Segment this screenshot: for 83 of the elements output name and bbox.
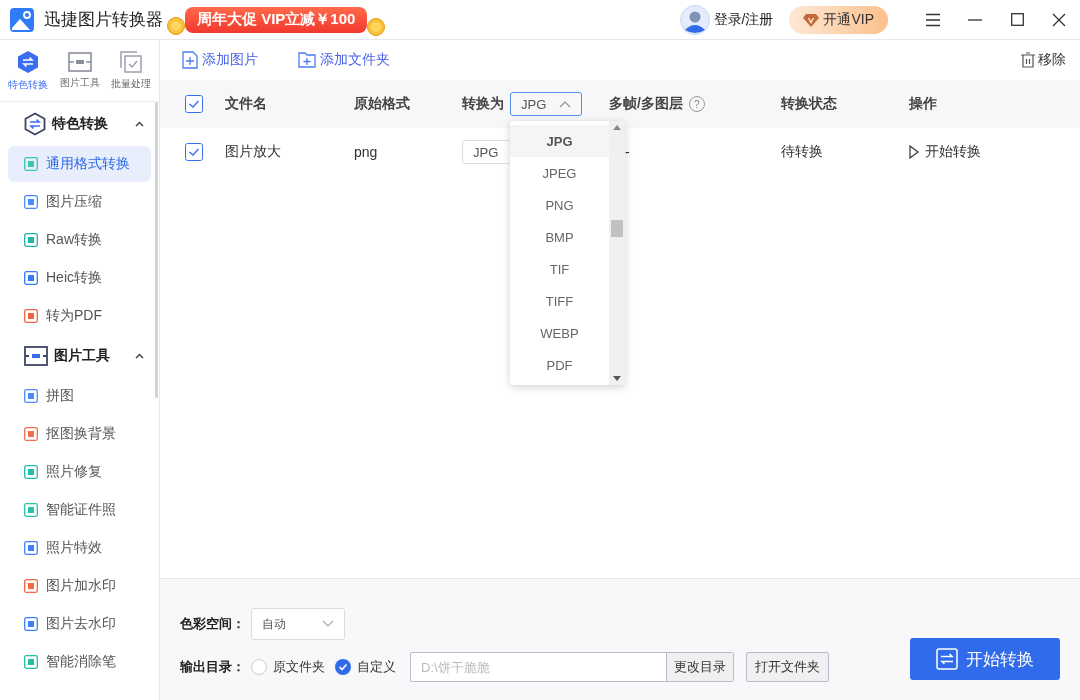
sidebar-item[interactable]: Raw转换 <box>8 222 151 258</box>
dropdown-option[interactable]: TIF <box>510 253 609 285</box>
sidebar-item[interactable]: 转为PDF <box>8 298 151 334</box>
sidebar-item[interactable]: 照片特效 <box>8 530 151 566</box>
file-plus-icon <box>182 51 198 69</box>
sidebar-item[interactable]: 照片修复 <box>8 454 151 490</box>
dropdown-option[interactable]: WEBP <box>510 317 609 349</box>
sidebar-tab[interactable]: 特色转换 <box>2 40 54 101</box>
play-icon <box>909 145 919 159</box>
dropdown-option[interactable]: TIFF <box>510 285 609 317</box>
vip-button[interactable]: 开通VIP <box>789 5 888 34</box>
sidebar-item[interactable]: 图片去水印 <box>8 606 151 642</box>
dropdown-option[interactable]: BMP <box>510 221 609 253</box>
convert-hexagon-icon <box>24 112 46 136</box>
scrollbar-thumb[interactable] <box>611 219 623 237</box>
sidebar-item[interactable]: Heic转换 <box>8 260 151 296</box>
caret-icon <box>135 121 144 127</box>
column-header: 多帧/多图层 <box>609 95 683 113</box>
add-image-button[interactable]: 添加图片 <box>182 51 258 69</box>
column-header: 原始格式 <box>354 95 410 113</box>
sidebar-item[interactable]: 智能证件照 <box>8 492 151 528</box>
coin-icon <box>367 17 386 36</box>
start-convert-link[interactable]: 开始转换 <box>909 143 981 161</box>
folder-plus-icon <box>298 52 316 68</box>
sidebar-item[interactable]: 图片压缩 <box>8 184 151 220</box>
checkbox[interactable] <box>185 143 203 161</box>
column-header: 转换状态 <box>781 95 837 113</box>
add-folder-button[interactable]: 添加文件夹 <box>298 51 390 69</box>
toolbox-icon <box>24 346 48 366</box>
remove-button[interactable]: 移除 <box>1021 51 1066 69</box>
avatar-icon <box>679 4 710 35</box>
radio-option[interactable]: 自定义 <box>335 658 396 676</box>
sidebar-item[interactable]: 抠图换背景 <box>8 416 151 452</box>
column-header: 文件名 <box>225 95 267 113</box>
convert-hexagon-icon <box>16 49 39 74</box>
open-folder-button[interactable]: 打开文件夹 <box>746 652 829 682</box>
maximize-icon[interactable] <box>1010 13 1024 26</box>
chevron-down-icon <box>322 620 334 628</box>
dropdown-option[interactable]: PDF <box>510 349 609 381</box>
sidebar-item[interactable]: 通用格式转换 <box>8 146 151 182</box>
coin-icon <box>167 16 185 35</box>
dropdown-option[interactable]: PNG <box>510 189 609 221</box>
sidebar-tab[interactable]: 图片工具 <box>53 40 106 101</box>
color-space-label: 色彩空间： <box>180 615 245 633</box>
trash-icon <box>1021 52 1035 68</box>
output-dir-label: 输出目录： <box>180 658 245 676</box>
original-format: png <box>354 144 378 160</box>
column-header: 转换为 <box>462 95 504 113</box>
sidebar-tab[interactable]: 批量处理 <box>105 40 157 101</box>
radio-button[interactable] <box>251 659 267 675</box>
dropdown-option[interactable]: JPG <box>510 125 609 157</box>
scroll-down-icon[interactable] <box>613 376 621 381</box>
status-text: 待转换 <box>781 143 823 161</box>
close-icon[interactable] <box>1052 12 1066 27</box>
convert-icon <box>936 648 958 670</box>
minimize-icon[interactable] <box>968 18 982 21</box>
scrollbar[interactable] <box>609 121 625 385</box>
start-convert-button[interactable]: 开始转换 <box>910 638 1060 680</box>
sidebar-group-header[interactable]: 特色转换 <box>0 104 153 144</box>
diamond-icon <box>803 12 820 27</box>
toolbox-icon <box>67 51 92 72</box>
radio-option[interactable]: 原文件夹 <box>251 658 325 676</box>
app-logo-icon <box>10 7 34 32</box>
output-path-field[interactable]: D:\饼干脆脆 更改目录 <box>410 652 734 682</box>
frames-value: - <box>625 144 630 160</box>
app-title: 迅捷图片转换器 <box>44 9 163 31</box>
file-name: 图片放大 <box>225 143 281 161</box>
stacked-check-icon <box>120 50 143 73</box>
menu-icon[interactable] <box>925 12 941 27</box>
sidebar-item[interactable]: 拼图 <box>8 378 151 414</box>
radio-button[interactable] <box>335 659 351 675</box>
color-space-select[interactable]: 自动 <box>251 608 345 640</box>
sidebar-item[interactable]: 智能消除笔 <box>8 644 151 680</box>
change-dir-button[interactable]: 更改目录 <box>666 653 733 681</box>
column-header: 操作 <box>909 95 937 113</box>
sidebar-item[interactable]: 图片加水印 <box>8 568 151 604</box>
sidebar-group-header[interactable]: 图片工具 <box>0 336 153 376</box>
caret-icon <box>135 353 144 359</box>
login-text: 登录/注册 <box>713 10 774 29</box>
scroll-up-icon[interactable] <box>613 125 621 130</box>
login-link[interactable]: 登录/注册 <box>679 4 774 35</box>
chevron-up-icon <box>559 100 571 108</box>
checkbox[interactable] <box>185 95 203 113</box>
